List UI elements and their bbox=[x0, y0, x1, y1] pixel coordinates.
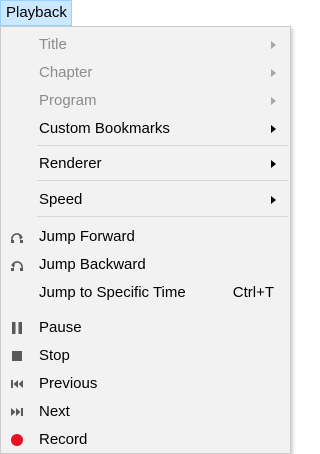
stop-icon bbox=[12, 351, 22, 361]
submenu-arrow-icon bbox=[271, 69, 276, 77]
menu-item-chapter-label: Chapter bbox=[39, 64, 93, 81]
menu-item-program-label: Program bbox=[39, 92, 97, 109]
menubar-playback-label: Playback bbox=[6, 4, 67, 21]
menu-item-previous-label: Previous bbox=[39, 375, 98, 392]
record-icon bbox=[11, 434, 23, 446]
previous-icon bbox=[11, 380, 23, 388]
menu-item-next-label: Next bbox=[39, 403, 70, 420]
menu-item-record-label: Record bbox=[39, 431, 88, 448]
menu-item-title[interactable]: Title bbox=[3, 31, 288, 59]
playback-menu: Title Chapter Program Custom Bookmarks R… bbox=[0, 26, 291, 454]
menu-item-stop[interactable]: Stop bbox=[3, 342, 288, 370]
submenu-arrow-icon bbox=[271, 160, 276, 168]
menu-item-jump-backward[interactable]: Jump Backward bbox=[3, 251, 288, 279]
submenu-arrow-icon bbox=[271, 125, 276, 133]
menu-item-title-label: Title bbox=[39, 36, 67, 53]
menu-item-renderer[interactable]: Renderer bbox=[3, 150, 288, 178]
next-icon bbox=[11, 408, 23, 416]
menu-item-pause-label: Pause bbox=[39, 319, 82, 336]
submenu-arrow-icon bbox=[271, 196, 276, 204]
shortcut-ctrl-t: Ctrl+T bbox=[232, 284, 274, 301]
menu-item-custom-bookmarks-label: Custom Bookmarks bbox=[39, 120, 170, 137]
menu-item-renderer-label: Renderer bbox=[39, 155, 102, 172]
menu-item-program[interactable]: Program bbox=[3, 87, 288, 115]
menu-item-chapter[interactable]: Chapter bbox=[3, 59, 288, 87]
pause-icon bbox=[12, 322, 22, 334]
menu-separator bbox=[37, 145, 288, 146]
menu-item-speed-label: Speed bbox=[39, 191, 83, 208]
menu-item-record[interactable]: Record bbox=[3, 426, 288, 454]
menu-item-jump-to-specific-time-label: Jump to Specific Time bbox=[39, 284, 186, 301]
submenu-arrow-icon bbox=[271, 41, 276, 49]
jump-forward-icon bbox=[11, 233, 23, 243]
jump-backward-icon bbox=[11, 261, 23, 271]
menu-item-speed[interactable]: Speed bbox=[3, 186, 288, 214]
menu-item-previous[interactable]: Previous bbox=[3, 370, 288, 398]
menu-separator bbox=[37, 216, 288, 217]
menu-item-jump-to-specific-time[interactable]: Jump to Specific Time Ctrl+T bbox=[3, 279, 288, 307]
menu-item-jump-forward-label: Jump Forward bbox=[39, 228, 135, 245]
menu-item-jump-backward-label: Jump Backward bbox=[39, 256, 146, 273]
menu-item-custom-bookmarks[interactable]: Custom Bookmarks bbox=[3, 115, 288, 143]
submenu-arrow-icon bbox=[271, 97, 276, 105]
menu-item-jump-forward[interactable]: Jump Forward bbox=[3, 223, 288, 251]
app-window: Playback Title Chapter Program Custom Bo… bbox=[0, 0, 294, 454]
menu-item-pause[interactable]: Pause bbox=[3, 314, 288, 342]
menubar-playback[interactable]: Playback bbox=[0, 0, 72, 26]
menu-item-next[interactable]: Next bbox=[3, 398, 288, 426]
menu-item-stop-label: Stop bbox=[39, 347, 70, 364]
menu-separator bbox=[37, 180, 288, 181]
menubar-background bbox=[72, 0, 294, 26]
